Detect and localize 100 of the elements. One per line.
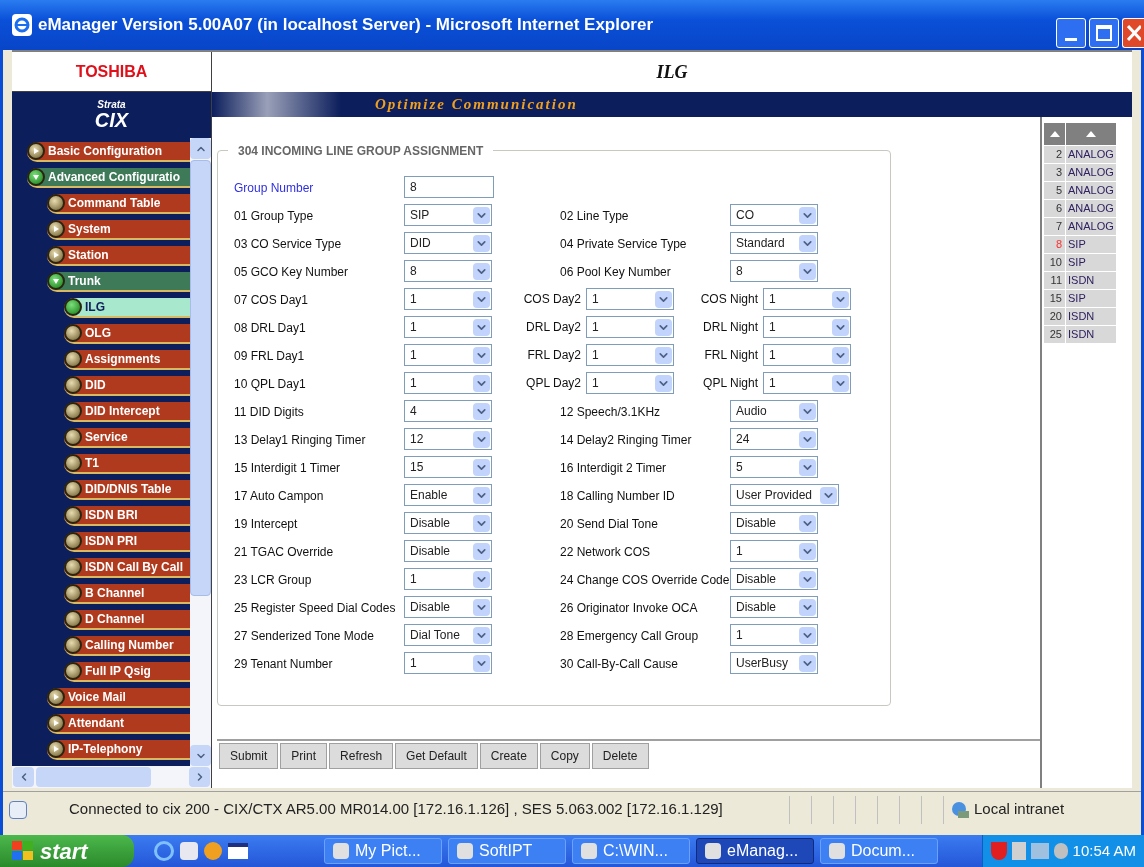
dropdown[interactable]: 1 bbox=[586, 344, 674, 366]
dropdown[interactable]: 4 bbox=[404, 400, 492, 422]
nav-item[interactable]: Advanced Configuratio bbox=[27, 168, 190, 188]
nav-item[interactable]: T1 bbox=[64, 454, 190, 474]
dropdown[interactable]: CO bbox=[730, 204, 818, 226]
nav-item[interactable]: Assignments bbox=[64, 350, 190, 370]
group-type[interactable]: ISDN bbox=[1066, 308, 1116, 325]
close-button[interactable] bbox=[1122, 18, 1144, 48]
dropdown[interactable]: DID bbox=[404, 232, 492, 254]
taskbar-button[interactable]: My Pict... bbox=[324, 838, 442, 864]
group-number[interactable]: 15 bbox=[1044, 290, 1065, 307]
minimize-button[interactable] bbox=[1056, 18, 1086, 48]
group-type[interactable]: ANALOG bbox=[1066, 200, 1116, 217]
dropdown[interactable]: Disable bbox=[730, 596, 818, 618]
dropdown[interactable]: 1 bbox=[404, 568, 492, 590]
vertical-scrollbar[interactable] bbox=[190, 138, 211, 766]
dropdown[interactable]: Disable bbox=[404, 512, 492, 534]
nav-item[interactable]: IP-Telephony bbox=[47, 740, 190, 760]
dropdown[interactable]: Disable bbox=[404, 540, 492, 562]
group-type[interactable]: ISDN bbox=[1066, 326, 1116, 343]
dropdown[interactable]: Dial Tone bbox=[404, 624, 492, 646]
nav-item[interactable]: Station bbox=[47, 246, 190, 266]
sort-button[interactable] bbox=[1044, 123, 1065, 145]
scroll-thumb[interactable] bbox=[36, 767, 151, 787]
nav-item[interactable]: Service bbox=[64, 428, 190, 448]
dropdown[interactable]: 15 bbox=[404, 456, 492, 478]
group-number[interactable]: 3 bbox=[1044, 164, 1065, 181]
action-button[interactable]: Create bbox=[479, 743, 538, 769]
dropdown[interactable]: Disable bbox=[730, 568, 818, 590]
scroll-right-icon[interactable] bbox=[189, 767, 210, 787]
group-number[interactable]: 5 bbox=[1044, 182, 1065, 199]
group-type[interactable]: SIP bbox=[1066, 236, 1116, 253]
dropdown[interactable]: 1 bbox=[404, 652, 492, 674]
taskbar-button[interactable]: SoftIPT bbox=[448, 838, 566, 864]
dropdown[interactable]: 1 bbox=[763, 316, 851, 338]
nav-item[interactable]: Full IP Qsig bbox=[64, 662, 190, 682]
group-type[interactable]: ANALOG bbox=[1066, 182, 1116, 199]
group-type[interactable]: SIP bbox=[1066, 254, 1116, 271]
dropdown[interactable]: User Provided bbox=[730, 484, 840, 506]
nav-item[interactable]: Command Table bbox=[47, 194, 190, 214]
nav-item[interactable]: ISDN PRI bbox=[64, 532, 190, 552]
dropdown[interactable]: 5 bbox=[730, 456, 818, 478]
dropdown[interactable]: 1 bbox=[763, 288, 851, 310]
maximize-button[interactable] bbox=[1089, 18, 1119, 48]
dropdown[interactable]: 1 bbox=[586, 316, 674, 338]
dropdown[interactable]: 8 bbox=[730, 260, 818, 282]
group-number[interactable]: 7 bbox=[1044, 218, 1065, 235]
dropdown[interactable]: 1 bbox=[730, 540, 818, 562]
dropdown[interactable]: SIP bbox=[404, 204, 492, 226]
nav-item[interactable]: ISDN BRI bbox=[64, 506, 190, 526]
dropdown[interactable]: 1 bbox=[404, 288, 492, 310]
dropdown[interactable]: Disable bbox=[404, 596, 492, 618]
action-button[interactable]: Submit bbox=[219, 743, 279, 769]
nav-item[interactable]: DID/DNIS Table bbox=[64, 480, 190, 500]
nav-item[interactable]: DID bbox=[64, 376, 190, 396]
action-button[interactable]: Print bbox=[280, 743, 328, 769]
group-number[interactable]: 6 bbox=[1044, 200, 1065, 217]
desktop-icon[interactable] bbox=[228, 843, 248, 859]
taskbar-button[interactable]: C:\WIN... bbox=[572, 838, 690, 864]
nav-item[interactable]: Trunk bbox=[47, 272, 190, 292]
group-type[interactable]: SIP bbox=[1066, 290, 1116, 307]
dropdown[interactable]: UserBusy bbox=[730, 652, 818, 674]
dropdown[interactable]: Enable bbox=[404, 484, 492, 506]
dropdown[interactable]: Audio bbox=[730, 400, 818, 422]
app-icon[interactable] bbox=[180, 842, 198, 860]
dropdown[interactable]: 1 bbox=[404, 344, 492, 366]
taskbar-button[interactable]: eManag... bbox=[696, 838, 814, 864]
group-type[interactable]: ANALOG bbox=[1066, 164, 1116, 181]
horizontal-scrollbar[interactable] bbox=[12, 766, 211, 788]
dropdown[interactable]: 1 bbox=[730, 624, 818, 646]
browser-icon[interactable] bbox=[154, 841, 174, 861]
action-button[interactable]: Refresh bbox=[329, 743, 394, 769]
dropdown[interactable]: 24 bbox=[730, 428, 818, 450]
app-icon[interactable] bbox=[204, 842, 222, 860]
group-number[interactable]: 11 bbox=[1044, 272, 1065, 289]
nav-item[interactable]: Basic Configuration bbox=[27, 142, 190, 162]
dropdown[interactable]: Standard bbox=[730, 232, 818, 254]
group-number[interactable]: 25 bbox=[1044, 326, 1065, 343]
action-button[interactable]: Copy bbox=[539, 743, 590, 769]
nav-item[interactable]: DID Intercept bbox=[64, 402, 190, 422]
nav-item[interactable]: System bbox=[47, 220, 190, 240]
sort-button[interactable] bbox=[1066, 123, 1116, 145]
dropdown[interactable]: 1 bbox=[404, 372, 492, 394]
nav-item[interactable]: D Channel bbox=[64, 610, 190, 630]
nav-item[interactable]: Calling Number bbox=[64, 636, 190, 656]
dropdown[interactable]: 12 bbox=[404, 428, 492, 450]
dropdown[interactable]: 8 bbox=[404, 260, 492, 282]
group-type[interactable]: ISDN bbox=[1066, 272, 1116, 289]
scroll-thumb[interactable] bbox=[190, 160, 211, 596]
taskbar-button[interactable]: Docum... bbox=[820, 838, 938, 864]
input-field[interactable]: 8 bbox=[404, 176, 494, 198]
dropdown[interactable]: 1 bbox=[404, 316, 492, 338]
group-number[interactable]: 20 bbox=[1044, 308, 1065, 325]
group-type[interactable]: ANALOG bbox=[1066, 218, 1116, 235]
scroll-left-icon[interactable] bbox=[13, 767, 34, 787]
dropdown[interactable]: 1 bbox=[586, 288, 674, 310]
group-type[interactable]: ANALOG bbox=[1066, 146, 1116, 163]
action-button[interactable]: Get Default bbox=[395, 743, 478, 769]
group-number[interactable]: 2 bbox=[1044, 146, 1065, 163]
nav-item[interactable]: Voice Mail bbox=[47, 688, 190, 708]
